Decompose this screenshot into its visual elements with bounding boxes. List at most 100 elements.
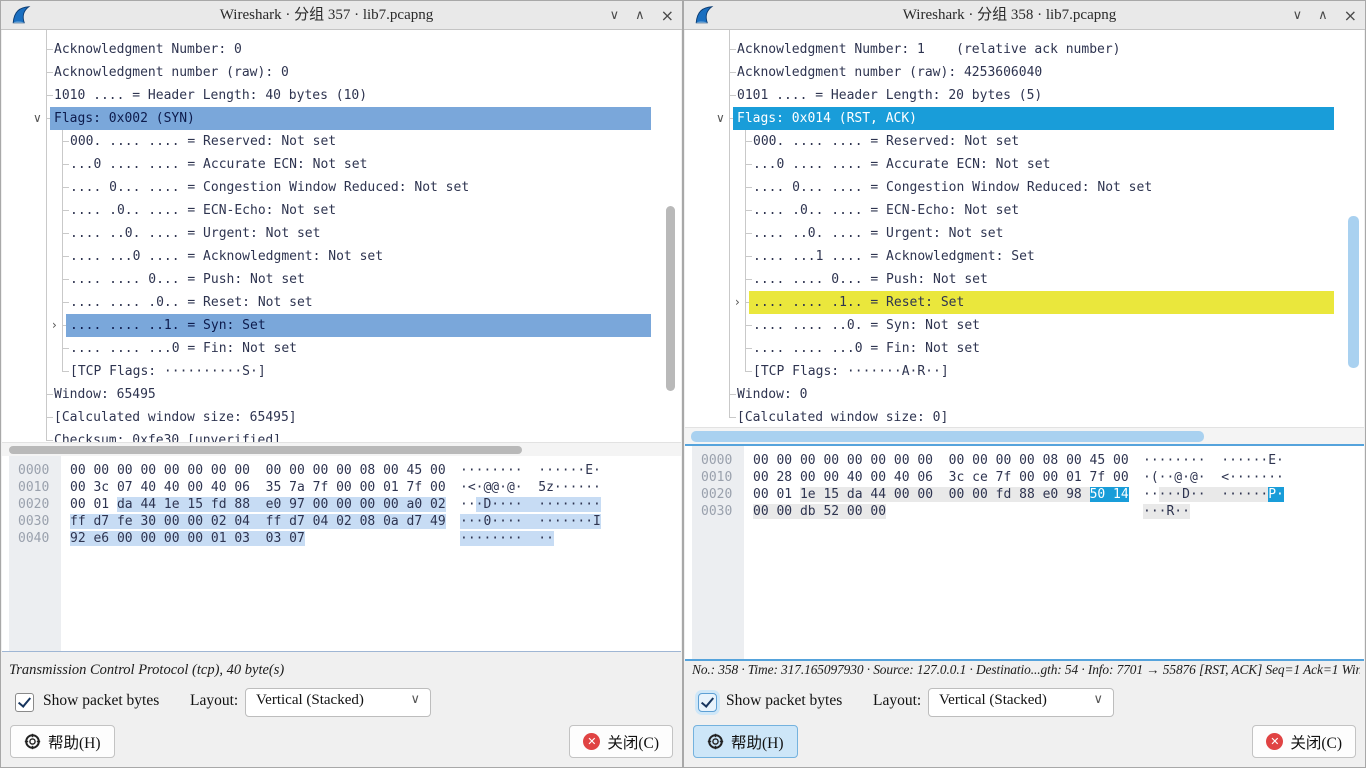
hex-row[interactable]: 000000 00 00 00 00 00 00 00 00 00 00 00 … [2, 462, 681, 479]
tree-row[interactable]: .... .0.. .... = ECN-Echo: Not set [685, 199, 1364, 222]
hex-row[interactable]: 002000 01 da 44 1e 15 fd 88 e0 97 00 00 … [2, 496, 681, 513]
tree-row[interactable]: .... ..0. .... = Urgent: Not set [2, 222, 681, 245]
packet-detail-tree[interactable]: Acknowledgment Number: 1 (relative ack n… [685, 30, 1364, 427]
unshade-icon[interactable]: ∧ [635, 8, 645, 23]
hex-segment[interactable]: 00 3c 07 40 40 00 40 06 35 7a 7f 00 00 0… [70, 480, 446, 495]
hex-row[interactable]: 004092 e6 00 00 00 00 01 03 03 07·······… [2, 530, 681, 547]
hex-segment[interactable]: ff d7 fe 30 00 00 02 04 ff d7 04 02 08 0… [70, 514, 446, 529]
tree-row[interactable]: .... .... .0.. = Reset: Not set [2, 291, 681, 314]
hex-segment[interactable]: 1e 15 da 44 00 00 00 00 fd 88 e0 98 [800, 487, 1090, 502]
tree-row[interactable]: .... .... ...0 = Fin: Not set [2, 337, 681, 360]
tree-row[interactable]: 1010 .... = Header Length: 40 bytes (10) [2, 84, 681, 107]
tree-row-label: Flags: 0x014 (RST, ACK) [737, 107, 917, 130]
layout-dropdown[interactable]: Vertical (Stacked) ∨ [245, 688, 431, 717]
packet-bytes-pane[interactable]: 000000 00 00 00 00 00 00 00 00 00 00 00 … [685, 444, 1364, 661]
hex-segment[interactable]: ·(··@·@· <······· [1143, 470, 1284, 485]
hex-ascii: ·····D·· ······P· [1143, 486, 1284, 503]
tree-row[interactable]: .... .... 0... = Push: Not set [685, 268, 1364, 291]
hex-row[interactable]: 0030 ff d7 fe 30 00 00 02 04 ff d7 04 02 … [2, 513, 681, 530]
hex-segment[interactable]: ········ ·· [460, 531, 554, 546]
tree-row[interactable]: .... ...1 .... = Acknowledgment: Set [685, 245, 1364, 268]
tree-row[interactable]: .... 0... .... = Congestion Window Reduc… [685, 176, 1364, 199]
hex-row[interactable]: 003000 00 db 52 00 00···R·· [685, 503, 1364, 520]
hex-offset: 0030 [18, 513, 49, 530]
close-button[interactable]: ✕ 关闭(C) [1252, 725, 1356, 758]
horizontal-scrollbar[interactable] [2, 442, 681, 457]
vertical-scrollbar[interactable] [666, 206, 675, 391]
shade-icon[interactable]: ∨ [610, 8, 620, 23]
hex-segment[interactable]: 00 01 [70, 497, 117, 512]
close-icon[interactable]: × [1344, 6, 1357, 25]
tree-row[interactable]: .... ..0. .... = Urgent: Not set [685, 222, 1364, 245]
hex-segment[interactable]: ········ ······E· [1143, 453, 1284, 468]
titlebar[interactable]: Wireshark · 分组 358 · lib7.pcapng ∨ ∧ × [684, 1, 1365, 30]
hex-row[interactable]: 001000 3c 07 40 40 00 40 06 35 7a 7f 00 … [2, 479, 681, 496]
hex-segment[interactable]: 00 00 00 00 00 00 00 00 00 00 00 00 08 0… [753, 453, 1129, 468]
hex-segment[interactable]: 00 28 00 00 40 00 40 06 3c ce 7f 00 00 0… [753, 470, 1129, 485]
tree-row[interactable]: ›.... .... ..1. = Syn: Set [2, 314, 681, 337]
tree-row[interactable]: .... .0.. .... = ECN-Echo: Not set [2, 199, 681, 222]
tree-row[interactable]: Acknowledgment number (raw): 4253606040 [685, 61, 1364, 84]
tree-row[interactable]: .... 0... .... = Congestion Window Reduc… [2, 176, 681, 199]
vertical-scrollbar[interactable] [1348, 216, 1359, 368]
hex-row[interactable]: 000000 00 00 00 00 00 00 00 00 00 00 00 … [685, 452, 1364, 469]
collapse-icon[interactable]: ∨ [33, 107, 42, 130]
tree-row[interactable]: Acknowledgment Number: 1 (relative ack n… [685, 38, 1364, 61]
hex-segment[interactable]: ·D···· ········ [476, 497, 601, 512]
tree-row[interactable]: .... .... ..0. = Syn: Not set [685, 314, 1364, 337]
tree-row[interactable]: [TCP Flags: ··········S·] [2, 360, 681, 383]
hex-segment[interactable]: ·· [460, 497, 476, 512]
hex-segment[interactable]: 00 00 00 00 00 00 00 00 00 00 00 00 08 0… [70, 463, 446, 478]
show-packet-bytes-checkbox[interactable] [698, 693, 717, 712]
tree-row[interactable]: ∨ Flags: 0x014 (RST, ACK) [685, 107, 1364, 130]
hex-segment[interactable]: P· [1268, 487, 1284, 502]
unshade-icon[interactable]: ∧ [1318, 8, 1328, 23]
tree-row[interactable]: Checksum: 0xfe30 [unverified] [2, 429, 681, 442]
tree-row[interactable]: Acknowledgment Number: 0 [2, 38, 681, 61]
tree-row-label: .... .... ...0 = Fin: Not set [753, 337, 980, 360]
expand-icon[interactable]: › [52, 314, 57, 337]
tree-row[interactable]: 000. .... .... = Reserved: Not set [685, 130, 1364, 153]
layout-dropdown[interactable]: Vertical (Stacked) ∨ [928, 688, 1114, 717]
tree-row[interactable]: ›.... .... .1.. = Reset: Set [685, 291, 1364, 314]
help-button[interactable]: 帮助(H) [693, 725, 798, 758]
tree-row[interactable]: .... ...0 .... = Acknowledgment: Not set [2, 245, 681, 268]
hex-segment[interactable]: ·· [1143, 487, 1159, 502]
tree-row[interactable]: [Calculated window size: 0] [685, 406, 1364, 427]
collapse-icon[interactable]: ∨ [716, 107, 725, 130]
tree-row[interactable]: .... .... ...0 = Fin: Not set [685, 337, 1364, 360]
hex-segment[interactable]: 00 01 [753, 487, 800, 502]
tree-row[interactable]: 000. .... .... = Reserved: Not set [2, 130, 681, 153]
hex-segment[interactable]: ·<·@@·@· 5z······ [460, 480, 601, 495]
hex-segment[interactable]: ···D·· ······ [1159, 487, 1269, 502]
packet-detail-tree[interactable]: Acknowledgment Number: 0Acknowledgment n… [2, 30, 681, 442]
hex-row[interactable]: 001000 28 00 00 40 00 40 06 3c ce 7f 00 … [685, 469, 1364, 486]
expand-icon[interactable]: › [735, 291, 740, 314]
tree-row[interactable]: Acknowledgment number (raw): 0 [2, 61, 681, 84]
titlebar[interactable]: Wireshark · 分组 357 · lib7.pcapng ∨ ∧ × [1, 1, 682, 30]
tree-row[interactable]: Window: 0 [685, 383, 1364, 406]
packet-bytes-pane[interactable]: 000000 00 00 00 00 00 00 00 00 00 00 00 … [2, 456, 681, 652]
hex-segment[interactable]: ···0···· ·······I [460, 514, 601, 529]
horizontal-scrollbar[interactable] [685, 427, 1364, 445]
hex-segment[interactable]: 50 14 [1090, 487, 1129, 502]
hex-segment[interactable]: ···R·· [1143, 504, 1190, 519]
close-icon[interactable]: × [661, 6, 674, 25]
tree-row[interactable]: Window: 65495 [2, 383, 681, 406]
shade-icon[interactable]: ∨ [1293, 8, 1303, 23]
hex-segment[interactable]: 92 e6 00 00 00 00 01 03 03 07 [70, 531, 305, 546]
tree-row[interactable]: .... .... 0... = Push: Not set [2, 268, 681, 291]
hex-segment[interactable]: ········ ······E· [460, 463, 601, 478]
tree-row[interactable]: ...0 .... .... = Accurate ECN: Not set [2, 153, 681, 176]
tree-row[interactable]: ...0 .... .... = Accurate ECN: Not set [685, 153, 1364, 176]
hex-row[interactable]: 002000 01 1e 15 da 44 00 00 00 00 fd 88 … [685, 486, 1364, 503]
show-packet-bytes-checkbox[interactable] [15, 693, 34, 712]
help-button[interactable]: 帮助(H) [10, 725, 115, 758]
tree-row[interactable]: 0101 .... = Header Length: 20 bytes (5) [685, 84, 1364, 107]
tree-row[interactable]: [Calculated window size: 65495] [2, 406, 681, 429]
tree-row[interactable]: [TCP Flags: ·······A·R··] [685, 360, 1364, 383]
close-button[interactable]: ✕ 关闭(C) [569, 725, 673, 758]
tree-row[interactable]: ∨Flags: 0x002 (SYN) [2, 107, 681, 130]
hex-segment[interactable]: 00 00 db 52 00 00 [753, 504, 886, 519]
hex-segment[interactable]: da 44 1e 15 fd 88 e0 97 00 00 00 00 a0 0… [117, 497, 446, 512]
